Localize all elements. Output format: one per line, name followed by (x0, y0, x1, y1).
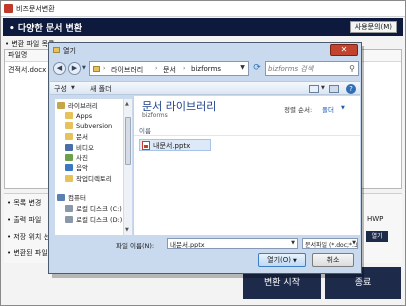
file-item-name: 내문서.pptx (153, 142, 191, 150)
nav-item-label: 라이브러리 (68, 102, 98, 110)
picture-icon (65, 154, 73, 161)
address-row: ◀ ▶ ▼ › 라이브러리 › 문서 › bizforms ▼ ⟳ ⚲ (53, 61, 359, 77)
address-history-chevron-icon[interactable]: ▼ (236, 62, 249, 74)
preview-pane-icon[interactable] (329, 85, 339, 93)
organize-menu[interactable]: 구성 (54, 84, 67, 94)
computer-icon (57, 194, 65, 201)
view-options-icon[interactable] (309, 85, 319, 93)
column-divider (134, 135, 360, 136)
app-title: 비즈문서변환 (16, 5, 55, 13)
nav-item-label: 비디오 (76, 144, 94, 152)
new-folder-button[interactable]: 새 폴더 (90, 84, 112, 94)
file-content-pane: 문서 라이브러리 bizforms 정렬 순서: 폴더 ▼ 이름 내문서.ppt… (133, 96, 360, 235)
open-folder-button[interactable]: 열기 (366, 231, 388, 242)
file-list-item[interactable]: 내문서.pptx (139, 139, 211, 151)
nav-item-label: 음악 (76, 164, 88, 172)
sort-order-dropdown[interactable]: 폴더 (322, 104, 334, 114)
breadcrumb-library[interactable]: 라이브러리 (111, 65, 143, 75)
navigation-scrollbar[interactable]: ▲ ▼ (123, 99, 132, 235)
nav-item-label: 사진 (76, 154, 88, 162)
breadcrumb-bizforms[interactable]: bizforms (191, 65, 221, 73)
view-chevron-icon[interactable]: ▼ (321, 85, 325, 91)
folder-icon (93, 66, 100, 72)
hwp-option-label[interactable]: HWP (367, 215, 383, 223)
open-chevron-icon[interactable]: ▼ (293, 258, 297, 264)
dialog-footer: 파일 이름(N): ▼ 문서파일 (*.doc;*.docx;*.xls;*.x… (50, 236, 360, 273)
dialog-titlebar[interactable]: 열기 ✕ (49, 43, 361, 57)
library-icon (57, 102, 65, 109)
app-header: • 다양한 문서 변환 사용문의(M) (3, 18, 403, 36)
cancel-button[interactable]: 취소 (312, 253, 354, 267)
filename-chevron-icon[interactable]: ▼ (291, 240, 295, 246)
scrollbar-thumb[interactable] (125, 117, 131, 165)
disk-icon (65, 216, 73, 223)
app-logo-icon (4, 4, 13, 13)
music-icon (65, 164, 73, 171)
page-title: • 다양한 문서 변환 (9, 24, 83, 34)
search-icon[interactable]: ⚲ (349, 64, 355, 73)
list-change-label: • 목록 변경 (7, 199, 42, 207)
converted-file-label: • 변환된 파일 (7, 249, 48, 257)
breadcrumb-separator-icon[interactable]: › (103, 65, 105, 72)
nav-item-label: Apps (76, 112, 93, 120)
output-file-label: • 출력 파일 (7, 216, 42, 224)
file-list-row[interactable]: 견적서.docx (8, 65, 46, 75)
dialog-toolbar: 구성 ▼ 새 폴더 ▼ ? (50, 81, 360, 95)
filename-combobox[interactable]: ▼ (167, 238, 298, 249)
filetype-select[interactable]: 문서파일 (*.doc;*.docx;*.xls;*.x ▼ (302, 238, 358, 249)
nav-item-label: 컴퓨터 (68, 194, 86, 202)
pptx-file-icon (142, 141, 150, 150)
sort-order-label: 정렬 순서: (284, 106, 313, 114)
help-icon[interactable]: ? (346, 84, 356, 94)
scroll-up-icon[interactable]: ▲ (125, 101, 129, 107)
filetype-value: 문서파일 (*.doc;*.docx;*.xls;*.x (305, 242, 357, 249)
disk-icon (65, 205, 73, 212)
breadcrumb-documents[interactable]: 문서 (163, 65, 176, 75)
nav-item-label: Subversion (76, 122, 113, 130)
video-icon (65, 144, 73, 151)
filename-input[interactable] (170, 239, 288, 248)
forward-arrow-icon[interactable]: ▶ (68, 62, 81, 75)
recent-locations-chevron-icon[interactable]: ▼ (82, 65, 86, 71)
open-button-label: 열기(O) (267, 256, 291, 264)
manual-button[interactable]: 사용문의(M) (349, 21, 397, 33)
nav-item-label: 로컬 디스크 (C:) (76, 205, 122, 213)
folder-icon (53, 47, 60, 53)
folder-icon (65, 112, 73, 119)
folder-icon (65, 122, 73, 129)
sort-chevron-icon[interactable]: ▼ (341, 105, 345, 111)
nav-item-label: 로컬 디스크 (D:) (76, 216, 123, 224)
breadcrumb-separator-icon[interactable]: › (155, 65, 157, 72)
close-icon[interactable]: ✕ (330, 44, 358, 56)
breadcrumb-separator-icon[interactable]: › (183, 65, 185, 72)
folder-icon (65, 175, 73, 182)
nav-item-label: 작업디렉토리 (76, 175, 112, 183)
address-bar[interactable]: › 라이브러리 › 문서 › bizforms (89, 61, 249, 76)
organize-chevron-icon[interactable]: ▼ (71, 85, 75, 91)
dialog-title: 열기 (63, 47, 76, 55)
refresh-icon[interactable]: ⟳ (251, 63, 263, 75)
open-button[interactable]: 열기(O) ▼ (258, 253, 306, 267)
filename-label: 파일 이름(N): (116, 242, 155, 250)
navigation-pane: 라이브러리 Apps Subversion 문서비디오사진음악작업디렉토리컴퓨터로컬 … (55, 99, 123, 235)
documents-icon (65, 133, 73, 140)
scroll-down-icon[interactable]: ▼ (125, 227, 129, 233)
filetype-chevron-icon[interactable]: ▼ (352, 240, 356, 246)
search-input[interactable] (268, 63, 344, 74)
save-location-label: • 저장 위치 선 (7, 233, 51, 241)
library-subtitle: bizforms (142, 112, 168, 119)
back-arrow-icon[interactable]: ◀ (53, 62, 66, 75)
open-file-dialog: 열기 ✕ ◀ ▶ ▼ › 라이브러리 › 문서 › bizforms ▼ ⟳ ⚲… (48, 42, 362, 274)
search-box[interactable]: ⚲ (265, 61, 359, 76)
name-column-header[interactable]: 이름 (139, 125, 151, 135)
app-titlebar: 비즈문서변환 (1, 1, 405, 17)
nav-item-label: 문서 (76, 133, 88, 141)
